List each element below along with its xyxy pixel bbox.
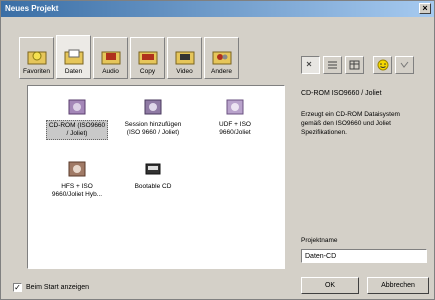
show-at-startup-checkbox[interactable]: ✓ bbox=[13, 283, 22, 292]
tab-label: Video bbox=[176, 68, 193, 75]
project-item-label: CD-ROM (ISO9660/ Joliet) bbox=[45, 120, 109, 141]
details-icon bbox=[349, 60, 360, 70]
small-icons-icon bbox=[306, 61, 312, 67]
project-name-label: Projektname bbox=[301, 237, 338, 244]
tab-label: Andere bbox=[211, 68, 232, 75]
project-name-input[interactable] bbox=[301, 249, 427, 263]
ok-button[interactable]: OK bbox=[301, 277, 359, 294]
info-button[interactable] bbox=[395, 56, 414, 74]
show-at-startup-row[interactable]: ✓ Beim Start anzeigen bbox=[13, 283, 89, 292]
add-session-icon bbox=[143, 98, 163, 116]
audio-folder-icon bbox=[101, 48, 121, 66]
project-type-list: CD-ROM (ISO9660/ Joliet) Session hinzufü… bbox=[27, 85, 285, 269]
tab-label: Audio bbox=[102, 68, 119, 75]
small-icons-view-button[interactable] bbox=[301, 56, 320, 74]
hfs-iso-icon bbox=[67, 160, 87, 178]
show-at-startup-label: Beim Start anzeigen bbox=[26, 284, 90, 291]
project-item-label: UDF + ISO 9660/Joliet bbox=[219, 121, 251, 137]
details-view-button[interactable] bbox=[345, 56, 364, 74]
smiley-icon bbox=[377, 59, 388, 71]
project-item-cdrom-iso[interactable]: CD-ROM (ISO9660/ Joliet) bbox=[42, 98, 112, 141]
project-item-label: HFS + ISO 9660/Joliet Hyb... bbox=[51, 183, 103, 199]
project-item-label: Session hinzufügen (ISO 9660 / Joliet) bbox=[124, 121, 182, 137]
bootable-cd-icon bbox=[143, 160, 163, 178]
category-tabs: Favoriten Daten Audio Copy Video Andere bbox=[19, 35, 239, 79]
project-item-hfs-iso[interactable]: HFS + ISO 9660/Joliet Hyb... bbox=[42, 160, 112, 200]
tab-label: Copy bbox=[139, 68, 156, 75]
tab-video[interactable]: Video bbox=[167, 37, 202, 79]
wizard-button[interactable] bbox=[373, 56, 392, 74]
tab-andere[interactable]: Andere bbox=[204, 37, 239, 79]
description-title: CD-ROM ISO9660 / Joliet bbox=[301, 90, 382, 97]
description-text: Erzeugt ein CD-ROM Dataisystem gemäß den… bbox=[301, 111, 400, 136]
new-project-dialog: Neues Projekt × Favoriten Daten Audio Co… bbox=[0, 0, 435, 300]
tab-daten[interactable]: Daten bbox=[56, 35, 91, 79]
project-item-udf-iso[interactable]: UDF + ISO 9660/Joliet bbox=[200, 98, 270, 138]
cdrom-iso-icon bbox=[67, 98, 87, 116]
data-folder-icon bbox=[64, 48, 84, 66]
info-icon bbox=[400, 61, 409, 68]
cancel-button[interactable]: Abbrechen bbox=[367, 277, 429, 294]
video-folder-icon bbox=[175, 48, 195, 66]
copy-folder-icon bbox=[138, 48, 158, 66]
other-folder-icon bbox=[212, 48, 232, 66]
title-bar[interactable]: Neues Projekt × bbox=[1, 1, 434, 17]
tab-label: Favoriten bbox=[22, 68, 51, 75]
udf-iso-icon bbox=[225, 98, 245, 116]
favorites-folder-icon bbox=[27, 48, 47, 66]
project-item-bootable-cd[interactable]: Bootable CD bbox=[118, 160, 188, 192]
project-item-add-session[interactable]: Session hinzufügen (ISO 9660 / Joliet) bbox=[118, 98, 188, 138]
tab-favoriten[interactable]: Favoriten bbox=[19, 37, 54, 79]
list-view-button[interactable] bbox=[323, 56, 342, 74]
tab-audio[interactable]: Audio bbox=[93, 37, 128, 79]
project-item-label: Bootable CD bbox=[134, 183, 172, 190]
window-title: Neues Projekt bbox=[5, 4, 59, 13]
tab-label: Daten bbox=[64, 68, 83, 75]
view-toolbar bbox=[301, 56, 414, 74]
close-button[interactable]: × bbox=[419, 3, 431, 14]
list-icon bbox=[328, 61, 337, 69]
tab-copy[interactable]: Copy bbox=[130, 37, 165, 79]
